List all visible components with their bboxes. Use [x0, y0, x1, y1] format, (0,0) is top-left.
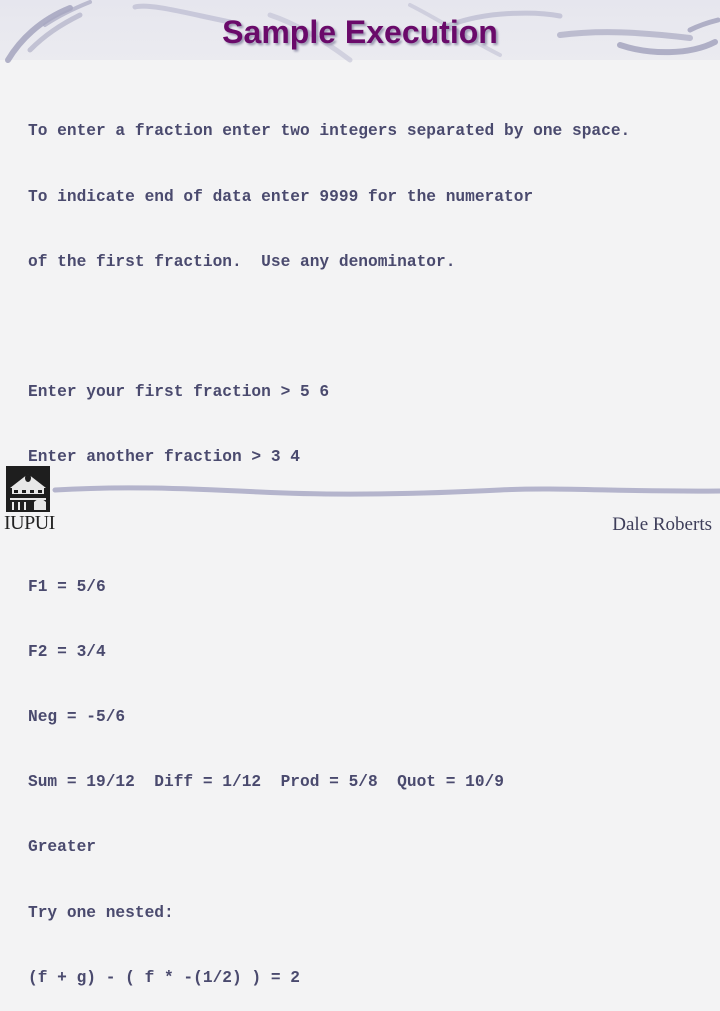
- nested-result: (f + g) - ( f * -(1/2) ) = 2: [28, 968, 300, 987]
- console-output: To enter a fraction enter two integers s…: [28, 78, 630, 1011]
- nested-label: Try one nested:: [28, 903, 174, 922]
- instruction-line-2: To indicate end of data enter 9999 for t…: [28, 187, 534, 206]
- result-comparison: Greater: [28, 838, 96, 857]
- instruction-line-1: To enter a fraction enter two integers s…: [28, 122, 631, 141]
- iupui-logo: IUPUI: [4, 464, 55, 538]
- instruction-line-3: of the first fraction. Use any denominat…: [28, 252, 456, 271]
- logo-text: IUPUI: [4, 512, 55, 534]
- result-neg: Neg = -5/6: [28, 708, 126, 727]
- building-icon: [6, 466, 50, 512]
- prompt-line-2: Enter another fraction > 3 4: [28, 447, 300, 466]
- slide-title: Sample Execution: [222, 14, 498, 50]
- result-f1: F1 = 5/6: [28, 578, 106, 597]
- result-f2: F2 = 3/4: [28, 643, 106, 662]
- author-name: Dale Roberts: [612, 514, 712, 535]
- logo-emblem: [6, 466, 50, 512]
- result-arithmetic: Sum = 19/12 Diff = 1/12 Prod = 5/8 Quot …: [28, 773, 504, 792]
- prompt-line-1: Enter your first fraction > 5 6: [28, 382, 330, 401]
- decorative-footer-swoosh: [52, 485, 720, 497]
